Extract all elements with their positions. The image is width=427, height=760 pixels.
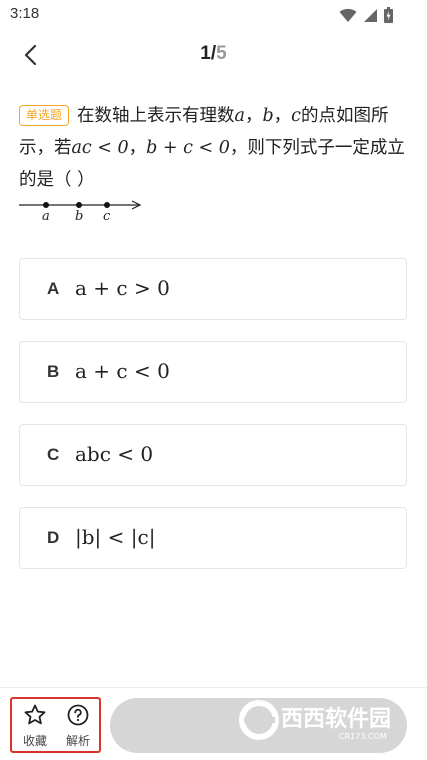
question-text: 单选题 在数轴上表示有理数a，b，c的点如图所示，若ac < 0，b + c < … [19,100,411,196]
option-letter: C [47,445,60,464]
question-segment: 在数轴上表示有理数 [77,106,235,126]
number-line-figure: a b c [19,200,142,223]
option-a[interactable]: A a + c > 0 [19,258,407,320]
condition-1: ac < 0 [71,138,129,158]
question-circle-icon [67,704,89,726]
option-letter: B [47,362,60,381]
question-type-badge: 单选题 [19,105,70,126]
math-var-c: c [291,106,301,126]
analysis-label: 解析 [65,734,90,748]
watermark-brand: 西西软件园 [281,706,391,732]
status-time: 3:18 [10,5,40,22]
point-label-a: a [42,209,50,223]
option-letter: D [47,528,60,547]
wifi-icon [339,8,357,22]
option-expression: abc < 0 [75,442,154,466]
page-indicator: 1/5 [0,43,427,65]
bottom-bar: 收藏 解析 西西软件园 CR173.COM [0,687,427,760]
site-watermark: 西西软件园 CR173.COM [239,700,391,741]
option-c[interactable]: C abc < 0 [19,424,407,486]
option-d[interactable]: D |b| < |c| [19,507,407,569]
favorite-button[interactable]: 收藏 [15,703,55,749]
condition-2: b + c < 0 [146,138,230,158]
header: 1/5 [0,30,427,80]
signal-icon [364,8,377,22]
option-b[interactable]: B a + c < 0 [19,341,407,403]
option-letter: A [47,279,60,298]
star-icon [24,704,46,725]
favorite-label: 收藏 [22,734,47,748]
punct-comma: ， [273,106,292,126]
point-b [76,202,82,208]
math-var-a: a [234,106,245,126]
punct-comma: ， [244,106,263,126]
option-expression: a + c < 0 [75,359,170,383]
status-icons [339,7,393,23]
point-label-b: b [75,209,83,223]
battery-icon [384,7,393,23]
page-total: 5 [216,43,227,64]
tools-highlight-box: 收藏 解析 [10,697,101,753]
analysis-button[interactable]: 解析 [58,703,98,749]
watermark-domain: CR173.COM [339,732,387,741]
option-expression: |b| < |c| [75,525,156,549]
math-var-b: b [262,106,274,126]
option-expression: a + c > 0 [75,276,170,300]
point-label-c: c [103,209,111,223]
status-bar: 3:18 [0,0,427,30]
point-a [43,202,49,208]
punct-comma: ， [128,138,147,158]
page-current: 1 [200,43,211,64]
point-c [104,202,110,208]
